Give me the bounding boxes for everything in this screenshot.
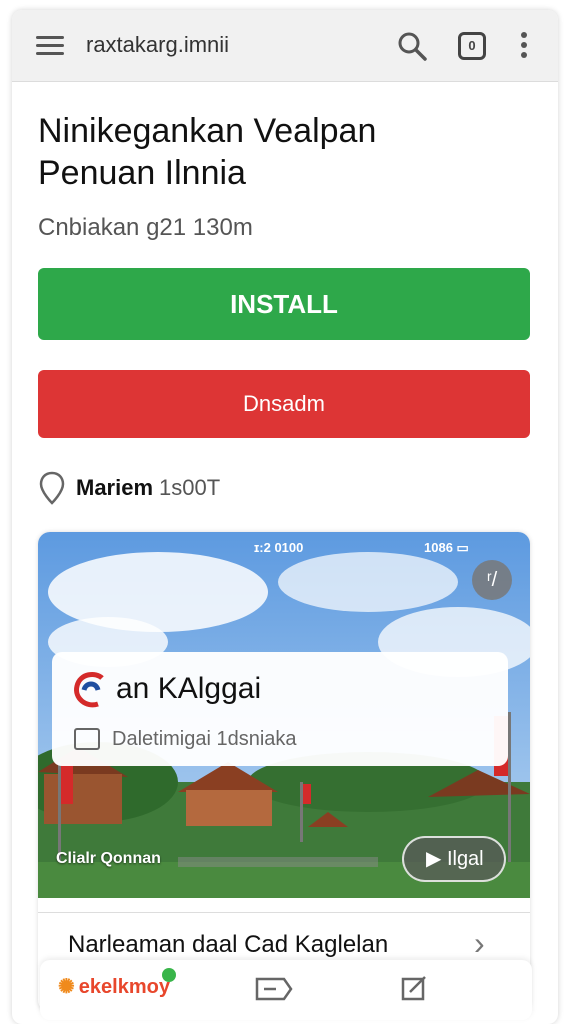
more-options-icon[interactable] xyxy=(518,32,530,62)
play-button[interactable]: ▶ Ilgal xyxy=(402,836,506,882)
scene-caption: Clialr Qonnan xyxy=(56,850,161,867)
browser-toolbar: raxtakarg.imnii 0 xyxy=(12,10,558,82)
status-bar-right: 1086 ▭ xyxy=(424,540,469,555)
hamburger-menu-icon[interactable] xyxy=(36,36,64,56)
page-subtitle: Cnbiakan g21 130m xyxy=(38,214,253,241)
edit-icon[interactable] xyxy=(400,974,428,1002)
detail-link-text: Narleaman daal Cad Kaglelan xyxy=(68,931,389,958)
search-icon[interactable] xyxy=(396,30,428,62)
title-line-2: Penuan Ilnnia xyxy=(38,154,246,192)
bottom-bar: ✺ ekelkmoy xyxy=(40,960,532,1020)
url-text[interactable]: raxtakarg.imnii xyxy=(86,32,229,58)
description-icon xyxy=(74,728,100,750)
tag-icon[interactable] xyxy=(254,976,294,1002)
location-pin-icon xyxy=(39,471,65,505)
location-name: Mariem xyxy=(76,475,154,500)
location-value: 1s00T xyxy=(159,475,221,500)
expand-icon[interactable]: ʳ/ xyxy=(472,560,512,600)
brand-text: ekelkmoy xyxy=(78,976,170,998)
overlay-title: an KAlggai xyxy=(116,672,262,705)
overlay-description: Daletimigai 1dsniaka xyxy=(112,728,297,750)
install-button[interactable]: INSTALL xyxy=(38,268,530,340)
media-card: ɪ:2 0100 1086 ▭ ʳ/ an KAlggai Daletimiga… xyxy=(38,532,530,1012)
tab-switcher-button[interactable]: 0 xyxy=(458,32,486,60)
brand-logo-icon xyxy=(74,671,104,708)
status-bar-left: ɪ:2 0100 xyxy=(254,540,304,555)
notification-dot xyxy=(162,968,176,982)
info-overlay[interactable]: an KAlggai Daletimigai 1dsniaka xyxy=(52,652,508,766)
location-row[interactable]: Mariem 1s00T xyxy=(38,470,220,506)
brand-label[interactable]: ✺ ekelkmoy xyxy=(58,974,170,999)
chevron-right-icon: › xyxy=(474,925,485,961)
brand-spark-icon: ✺ xyxy=(58,976,75,998)
page-title: Ninikegankan Vealpan Penuan Ilnnia xyxy=(38,110,538,194)
uninstall-button[interactable]: Dnsadm xyxy=(38,370,530,438)
browser-frame: raxtakarg.imnii 0 Ninikegankan Vealpan P… xyxy=(12,10,558,1024)
title-line-1: Ninikegankan Vealpan xyxy=(38,112,377,150)
